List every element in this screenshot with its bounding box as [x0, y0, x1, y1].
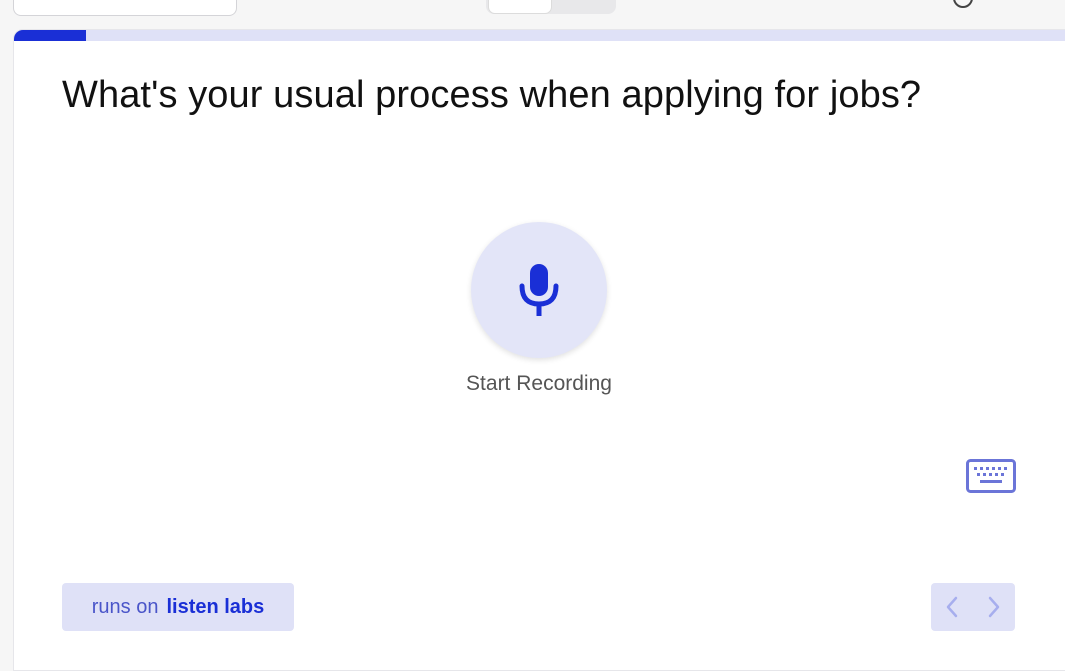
- brand-name: listen labs: [166, 595, 265, 618]
- question-card: What's your usual process when applying …: [13, 29, 1065, 671]
- runs-on-prefix: runs on: [91, 595, 159, 618]
- chevron-left-icon: [946, 596, 958, 618]
- start-recording-label: Start Recording: [466, 372, 612, 395]
- top-toolbar: [0, 0, 1065, 22]
- view-toggle: [486, 0, 616, 14]
- question-navigation: [931, 583, 1015, 631]
- runs-on-badge[interactable]: runs on listen labs: [62, 583, 294, 631]
- microphone-icon: [519, 264, 559, 316]
- chevron-right-icon: [988, 596, 1000, 618]
- progress-bar: [14, 30, 1065, 41]
- keyboard-input-button[interactable]: [966, 459, 1016, 493]
- view-toggle-desktop[interactable]: [488, 0, 552, 14]
- top-left-control[interactable]: [13, 0, 237, 16]
- question-title: What's your usual process when applying …: [62, 74, 922, 116]
- start-recording-button[interactable]: [471, 222, 607, 358]
- previous-button[interactable]: [931, 583, 973, 631]
- progress-bar-fill: [14, 30, 86, 41]
- next-button[interactable]: [973, 583, 1015, 631]
- keyboard-icon: [966, 459, 1016, 493]
- help-icon[interactable]: [953, 0, 973, 8]
